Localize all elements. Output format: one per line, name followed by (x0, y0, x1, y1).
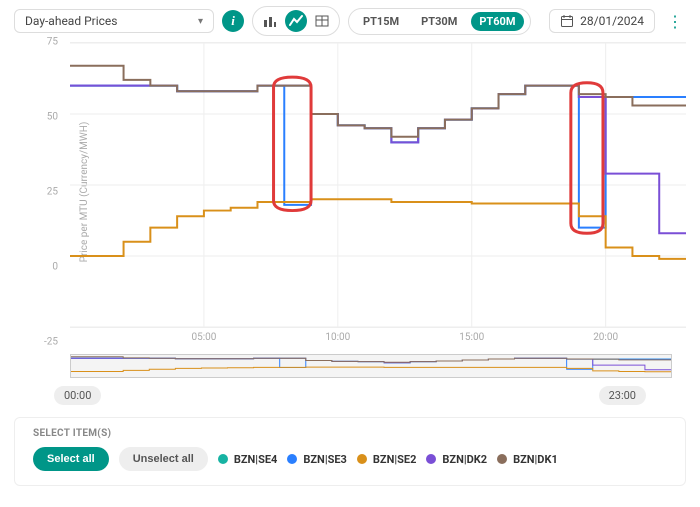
legend-label: BZN|DK1 (513, 453, 558, 466)
legend-swatch (357, 454, 367, 464)
y-tick: 75 (47, 37, 58, 48)
legend-item[interactable]: BZN|SE2 (357, 453, 417, 466)
more-menu-icon[interactable]: ⋮ (663, 12, 686, 31)
period-pt30m[interactable]: PT30M (413, 12, 465, 31)
legend-item[interactable]: BZN|DK1 (497, 453, 558, 466)
x-tick: 10:00 (325, 332, 350, 343)
table-icon[interactable] (311, 10, 333, 32)
date-picker[interactable]: 28/01/2024 (549, 9, 655, 33)
legend-swatch (497, 454, 507, 464)
select-all-button[interactable]: Select all (33, 447, 109, 471)
legend-swatch (218, 454, 228, 464)
unselect-all-button[interactable]: Unselect all (119, 447, 208, 471)
chevron-down-icon: ▾ (198, 16, 203, 27)
overview-start[interactable]: 00:00 (54, 386, 101, 405)
calendar-icon (560, 14, 574, 28)
legend-swatch (426, 454, 436, 464)
chart-frame: Price per MTU (Currency/MWH) -250255075 … (40, 42, 686, 342)
overview-end[interactable]: 23:00 (599, 386, 646, 405)
legend-item[interactable]: BZN|SE4 (218, 453, 278, 466)
line-chart-icon[interactable] (285, 10, 307, 32)
data-type-value: Day-ahead Prices (25, 14, 117, 28)
legend-item[interactable]: BZN|SE3 (287, 453, 347, 466)
series-line (70, 86, 686, 234)
period-group: PT15M PT30M PT60M (348, 8, 531, 35)
y-tick: 0 (52, 262, 58, 273)
x-tick: 15:00 (459, 332, 484, 343)
legend-label: BZN|DK2 (442, 453, 487, 466)
legend-panel: SELECT ITEM(S) Select all Unselect all B… (14, 417, 686, 486)
y-tick: 50 (47, 112, 58, 123)
legend-label: BZN|SE3 (303, 453, 347, 466)
toolbar: Day-ahead Prices ▾ i PT15M PT30M PT60M 2… (0, 0, 700, 42)
series-line (70, 86, 686, 228)
chart-area: Price per MTU (Currency/MWH) -250255075 … (0, 42, 700, 405)
annotation-loop (274, 77, 311, 210)
period-pt15m[interactable]: PT15M (355, 12, 407, 31)
series-line (70, 199, 686, 259)
y-axis-ticks: -250255075 (36, 42, 62, 342)
x-tick: 05:00 (191, 332, 216, 343)
chart-plot[interactable] (70, 42, 686, 328)
annotation-loop (571, 83, 603, 234)
x-axis-ticks: 05:00 10:00 15:00 20:00 (70, 332, 686, 346)
legend-swatch (287, 454, 297, 464)
date-value: 28/01/2024 (580, 14, 644, 28)
series-line (70, 66, 686, 137)
view-type-group (252, 6, 340, 36)
legend-label: BZN|SE2 (373, 453, 417, 466)
info-icon[interactable]: i (222, 10, 244, 32)
y-tick: 25 (47, 187, 58, 198)
y-tick: -25 (44, 337, 58, 348)
legend-label: BZN|SE4 (234, 453, 278, 466)
data-type-select[interactable]: Day-ahead Prices ▾ (14, 9, 214, 33)
period-pt60m[interactable]: PT60M (471, 12, 523, 31)
overview-scrubber[interactable] (70, 354, 672, 378)
legend-item[interactable]: BZN|DK2 (426, 453, 487, 466)
bar-chart-icon[interactable] (259, 10, 281, 32)
legend-heading: SELECT ITEM(S) (33, 428, 667, 439)
overview-handles: 00:00 23:00 (54, 386, 646, 405)
x-tick: 20:00 (593, 332, 618, 343)
legend-row: Select all Unselect all BZN|SE4 BZN|SE3 BZ… (33, 447, 667, 471)
